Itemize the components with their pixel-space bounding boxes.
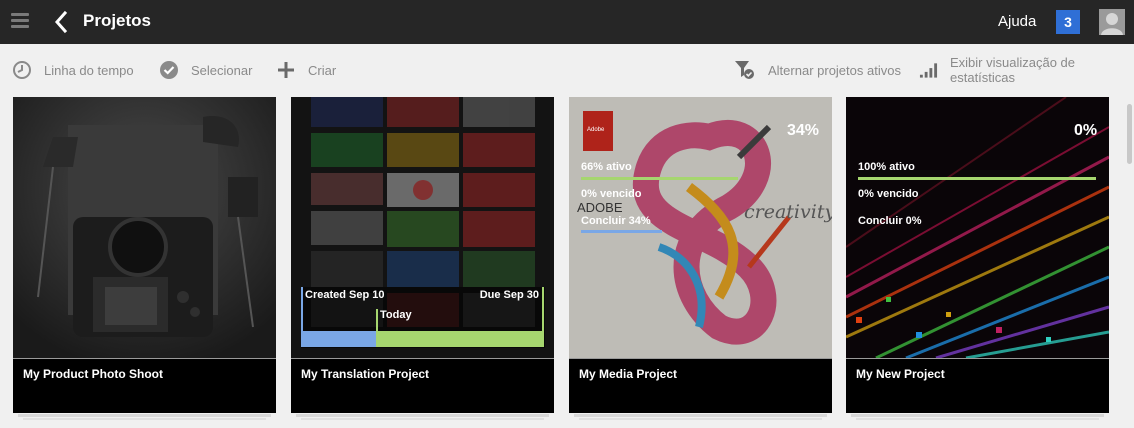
project-thumbnail: Created Sep 10 Due Sep 30 Today: [291, 97, 554, 358]
menu-icon[interactable]: [11, 13, 29, 29]
overdue-stat-text: 0% vencido: [858, 188, 919, 200]
toolbar: Linha do tempo Selecionar Criar Alternar…: [0, 44, 1134, 96]
page-title: Projetos: [83, 11, 152, 30]
active-stat-text: 66% ativo: [581, 161, 632, 173]
card-stack-edge: [296, 414, 549, 417]
select-label: Selecionar: [191, 62, 253, 78]
card-stack-edge: [301, 418, 544, 420]
card-divider: [291, 358, 554, 359]
adobe-logo-text: Adobe: [587, 127, 605, 133]
project-name: My New Project: [856, 367, 945, 381]
scrollbar-thumb[interactable]: [1127, 104, 1132, 164]
project-thumbnail: [13, 97, 276, 358]
timeline-remaining-bar: [376, 331, 544, 347]
create-button[interactable]: Criar: [276, 44, 336, 96]
help-link[interactable]: Ajuda: [998, 13, 1036, 30]
back-chevron-icon[interactable]: [50, 10, 74, 34]
card-divider: [846, 358, 1109, 359]
plus-icon: [278, 62, 294, 78]
active-stat: 100% ativo: [858, 161, 915, 173]
active-stat-text: 100% ativo: [858, 161, 915, 173]
project-name: My Product Photo Shoot: [23, 367, 163, 381]
project-card[interactable]: Created Sep 10 Due Sep 30 Today My Trans…: [291, 97, 554, 413]
complete-stat: Concluir 34%: [581, 215, 651, 227]
top-header: Projetos Ajuda 3: [0, 0, 1134, 44]
check-circle-icon: [160, 61, 178, 79]
bar-chart-icon: [919, 63, 938, 78]
timeline-button[interactable]: Linha do tempo: [12, 44, 134, 96]
active-progress-bar: [858, 177, 1096, 180]
card-stack-edge: [851, 414, 1104, 417]
project-card[interactable]: 0% 100% ativo 0% vencido Concluir 0% My …: [846, 97, 1109, 413]
adobe-word: ADOBE: [577, 200, 623, 215]
created-date-label: Created Sep 10: [305, 289, 385, 301]
active-stat: 66% ativo: [581, 161, 632, 173]
creativity-text: creativity: [744, 201, 832, 223]
filter-check-icon: [735, 61, 754, 79]
complete-stat-text: Concluir 0%: [858, 215, 922, 227]
complete-stat-text: Concluir 34%: [581, 215, 651, 227]
card-stack-edge: [574, 414, 827, 417]
overdue-stat: 0% vencido: [581, 188, 642, 200]
active-progress-bar: [581, 177, 738, 180]
completion-percent: 34%: [787, 122, 820, 139]
project-card[interactable]: Adobe ADOBE creativity 34% 66% ativo 0% …: [569, 97, 832, 413]
card-stack-edge: [18, 414, 271, 417]
timeline-label: Linha do tempo: [44, 62, 134, 78]
complete-stat: Concluir 0%: [858, 215, 922, 227]
create-label: Criar: [308, 62, 337, 78]
card-stack-edge: [579, 418, 822, 420]
notifications-badge[interactable]: 3: [1056, 10, 1080, 34]
stats-view-button[interactable]: Exibir visualização de estatísticas: [919, 44, 1134, 96]
due-date-label: Due Sep 30: [479, 289, 539, 301]
toggle-active-label: Alternar projetos ativos: [768, 62, 901, 78]
timeline-elapsed-bar: [301, 331, 376, 347]
project-thumbnail: [846, 97, 1109, 358]
card-divider: [13, 358, 276, 359]
card-stack-edge: [856, 418, 1099, 420]
overdue-stat-text: 0% vencido: [581, 188, 642, 200]
project-name: My Media Project: [579, 367, 678, 381]
user-avatar[interactable]: [1099, 9, 1125, 35]
complete-progress-bar: [581, 230, 662, 233]
card-stack-edge: [23, 418, 266, 420]
toggle-active-projects-button[interactable]: Alternar projetos ativos: [734, 44, 901, 96]
overdue-stat: 0% vencido: [858, 188, 919, 200]
project-name: My Translation Project: [301, 367, 430, 381]
card-divider: [569, 358, 832, 359]
completion-percent: 0%: [1074, 122, 1098, 139]
select-button[interactable]: Selecionar: [159, 44, 252, 96]
stats-view-label: Exibir visualização de estatísticas: [950, 55, 1076, 85]
clock-icon: [13, 61, 31, 79]
project-card[interactable]: My Product Photo Shoot: [13, 97, 276, 413]
today-label: Today: [380, 309, 412, 321]
